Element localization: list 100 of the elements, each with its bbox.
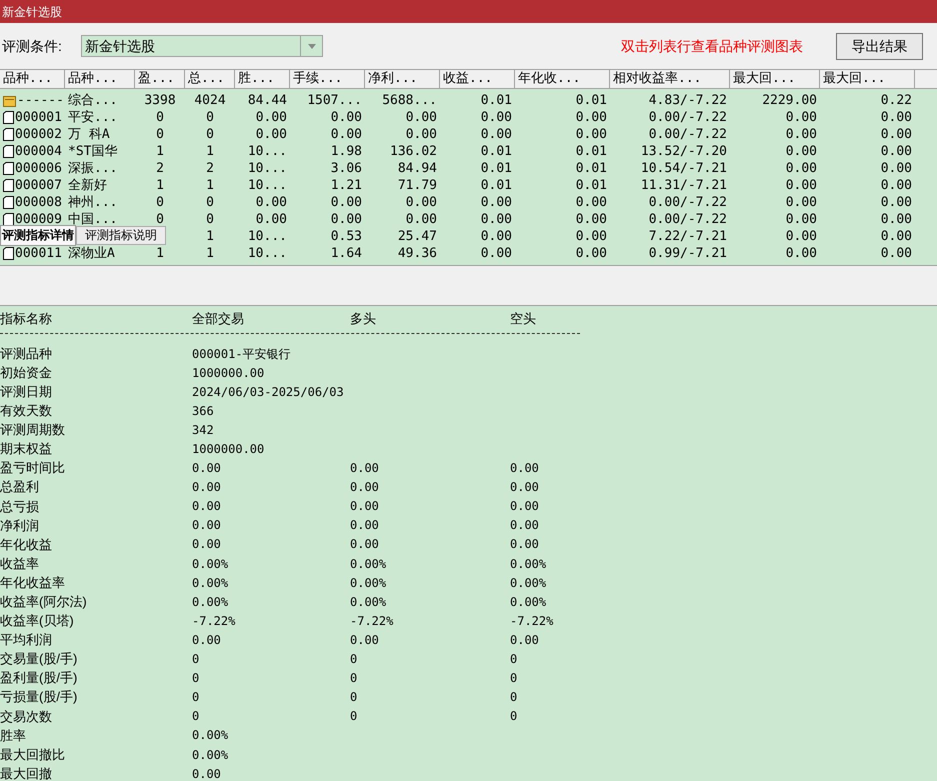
- detail-column-header: 空头: [510, 310, 537, 328]
- condition-label: 评测条件:: [2, 36, 63, 56]
- column-header[interactable]: 最大回...: [820, 70, 915, 88]
- metric-value: 0.00: [350, 632, 380, 649]
- table-cell: 3398: [144, 92, 176, 109]
- export-button[interactable]: 导出结果: [836, 32, 923, 60]
- table-cell: 0.00: [576, 211, 607, 228]
- metric-value: 2024/06/03-2025/06/03: [192, 384, 345, 401]
- hint-text: 双击列表行查看品种评测图表: [621, 36, 803, 56]
- table-cell: 0.00: [786, 177, 817, 194]
- table-cell: 10...: [248, 160, 287, 177]
- table-cell: 0: [206, 194, 214, 211]
- metric-name: 收益率(贝塔): [0, 612, 75, 630]
- table-cell: 10...: [248, 143, 287, 160]
- metric-value: 0: [350, 651, 358, 668]
- metric-name: 最大回撤: [0, 764, 53, 781]
- document-icon: [3, 196, 14, 209]
- table-cell: 0.00: [576, 109, 607, 126]
- table-cell: 0.00: [880, 194, 912, 211]
- column-header[interactable]: 品种...: [65, 70, 135, 88]
- table-cell: 0.00: [786, 194, 817, 211]
- document-icon: [3, 213, 14, 226]
- column-header[interactable]: 总...: [185, 70, 235, 88]
- table-cell: 000011: [15, 245, 62, 262]
- table-cell: 中国...: [68, 211, 118, 228]
- table-cell: 0.01: [576, 92, 607, 109]
- table-cell: 1: [206, 245, 214, 262]
- table-cell: 全新好: [68, 177, 107, 194]
- column-header[interactable]: 胜...: [235, 70, 290, 88]
- metric-value: 0.00: [350, 517, 380, 534]
- table-cell: 0.00: [330, 211, 362, 228]
- table-cell: 136.02: [390, 143, 437, 160]
- metric-value: -7.22%: [350, 612, 394, 630]
- table-cell: 0: [206, 211, 214, 228]
- metric-value: 0.00: [510, 517, 540, 534]
- metric-name: 年化收益: [0, 536, 53, 554]
- table-cell: 0.00: [256, 194, 287, 211]
- table-cell: 10...: [248, 177, 287, 194]
- column-header[interactable]: 盈...: [135, 70, 185, 88]
- table-cell: 1: [156, 177, 164, 194]
- metric-value: 0: [192, 670, 200, 688]
- metric-value: 0: [192, 708, 200, 726]
- metric-value: 0: [192, 689, 200, 706]
- table-cell: 0.00: [480, 109, 512, 126]
- table-cell: 0: [156, 126, 164, 143]
- table-cell: 13.52/-7.20: [640, 143, 727, 160]
- table-cell: 0.01: [576, 177, 607, 194]
- table-cell: 0.00: [256, 211, 287, 228]
- tab[interactable]: 评测指标详情: [0, 225, 76, 246]
- table-cell: 0.53: [330, 228, 362, 245]
- table-cell: 0.00: [880, 177, 912, 194]
- table-cell: 0.00/-7.22: [648, 194, 727, 211]
- metric-name: 评测周期数: [0, 421, 66, 440]
- metric-value: 0.00: [192, 536, 222, 554]
- detail-column-header: 全部交易: [192, 310, 245, 328]
- condition-dropdown[interactable]: 新金针选股: [81, 35, 323, 57]
- column-header[interactable]: 最大回...: [730, 70, 820, 88]
- table-cell: 0.00: [880, 160, 912, 177]
- table-cell: 综合...: [68, 92, 118, 109]
- metric-value: 0.00: [510, 460, 540, 478]
- column-header[interactable]: 手续...: [290, 70, 365, 88]
- table-cell: 0.00: [786, 160, 817, 177]
- metric-value: 0.00%: [510, 556, 548, 573]
- metric-value: 0.00: [350, 498, 380, 516]
- table-cell: 1507...: [307, 92, 362, 109]
- table-cell: 0.00: [330, 194, 362, 211]
- metric-value: 0.00%: [510, 594, 548, 611]
- metric-value: 0: [510, 670, 518, 688]
- table-cell: 0.00/-7.22: [648, 211, 727, 228]
- table-cell: 10...: [248, 228, 287, 245]
- folder-icon: [3, 94, 16, 106]
- table-cell: 71.79: [398, 177, 437, 194]
- metric-value: 0.00: [350, 479, 380, 496]
- table-cell: 0.00: [480, 211, 512, 228]
- metric-value: 0.00%: [192, 556, 230, 573]
- table-cell: 0.00: [786, 228, 817, 245]
- detail-column-header: 指标名称: [0, 310, 53, 328]
- table-cell: 000008: [15, 194, 62, 211]
- table-cell: 4.83/-7.22: [648, 92, 727, 109]
- metric-value: 0.00: [192, 479, 222, 496]
- table-cell: 0.01: [480, 160, 512, 177]
- table-cell: 0.01: [576, 143, 607, 160]
- document-icon: [3, 128, 14, 141]
- column-header[interactable]: 相对收益率...: [610, 70, 730, 88]
- table-cell: 0.99/-7.21: [648, 245, 727, 262]
- column-header[interactable]: 品种...: [0, 70, 65, 88]
- table-cell: 000007: [15, 177, 62, 194]
- table-cell: 0.00/-7.22: [648, 109, 727, 126]
- table-cell: 0.00: [880, 109, 912, 126]
- table-cell: 0.00: [576, 245, 607, 262]
- metric-value: 1000000.00: [192, 441, 266, 458]
- column-header[interactable]: 净利...: [365, 70, 440, 88]
- table-cell: 7.22/-7.21: [648, 228, 727, 245]
- metric-value: 0.00%: [350, 556, 388, 573]
- column-header[interactable]: 年化收...: [515, 70, 610, 88]
- table-cell: ------: [17, 92, 64, 109]
- column-header[interactable]: 收益...: [440, 70, 515, 88]
- metric-value: 0: [350, 670, 358, 688]
- tab[interactable]: 评测指标说明: [76, 226, 166, 245]
- metric-value: 0.00: [350, 460, 380, 478]
